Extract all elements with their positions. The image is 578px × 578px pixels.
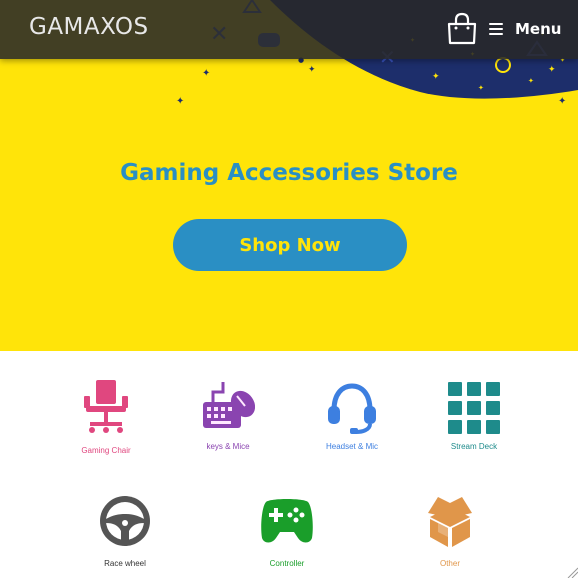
cart-button[interactable]	[445, 11, 479, 45]
svg-text:✦: ✦	[478, 84, 484, 92]
chair-icon	[84, 380, 128, 433]
category-headset-mic[interactable]: Headset & Mic	[312, 382, 392, 451]
grid-icon	[448, 382, 500, 434]
svg-text:✦: ✦	[432, 72, 440, 82]
category-other[interactable]: Other	[410, 495, 490, 568]
svg-text:✦: ✦	[308, 65, 316, 75]
hero-title: Gaming Accessories Store	[120, 160, 458, 186]
svg-text:✦: ✦	[548, 65, 556, 75]
top-navigation-bar: GAMAXOS Menu	[0, 0, 578, 59]
category-gaming-chair[interactable]: Gaming Chair	[66, 380, 146, 455]
resize-handle-icon[interactable]	[566, 566, 578, 578]
headset-icon	[328, 383, 376, 434]
category-controller[interactable]: Controller	[247, 496, 327, 568]
category-keys-mice[interactable]: keys & Mice	[188, 382, 268, 451]
shop-now-button[interactable]: Shop Now	[173, 219, 407, 271]
category-label: Stream Deck	[450, 442, 498, 451]
keyboard-mouse-icon	[203, 382, 255, 428]
category-label: Gaming Chair	[81, 446, 131, 455]
category-label: Other	[439, 559, 460, 568]
shopping-bag-icon	[447, 12, 477, 45]
steering-wheel-icon	[100, 496, 150, 546]
gamepad-icon	[261, 499, 313, 543]
category-label: Race wheel	[104, 559, 146, 568]
box-icon	[428, 497, 472, 547]
category-label: Controller	[269, 559, 305, 568]
svg-text:✦: ✦	[558, 96, 566, 107]
category-stream-deck[interactable]: Stream Deck	[434, 382, 514, 451]
site-logo[interactable]: GAMAXOS	[29, 14, 149, 40]
category-race-wheel[interactable]: Race wheel	[85, 495, 165, 568]
hamburger-icon	[489, 23, 503, 35]
svg-text:✦: ✦	[202, 68, 210, 79]
menu-button[interactable]: Menu	[489, 18, 561, 40]
svg-text:✦: ✦	[176, 96, 184, 107]
menu-label: Menu	[515, 20, 562, 38]
svg-text:✦: ✦	[528, 77, 534, 85]
category-label: Headset & Mic	[325, 442, 379, 451]
category-label: keys & Mice	[206, 442, 250, 451]
